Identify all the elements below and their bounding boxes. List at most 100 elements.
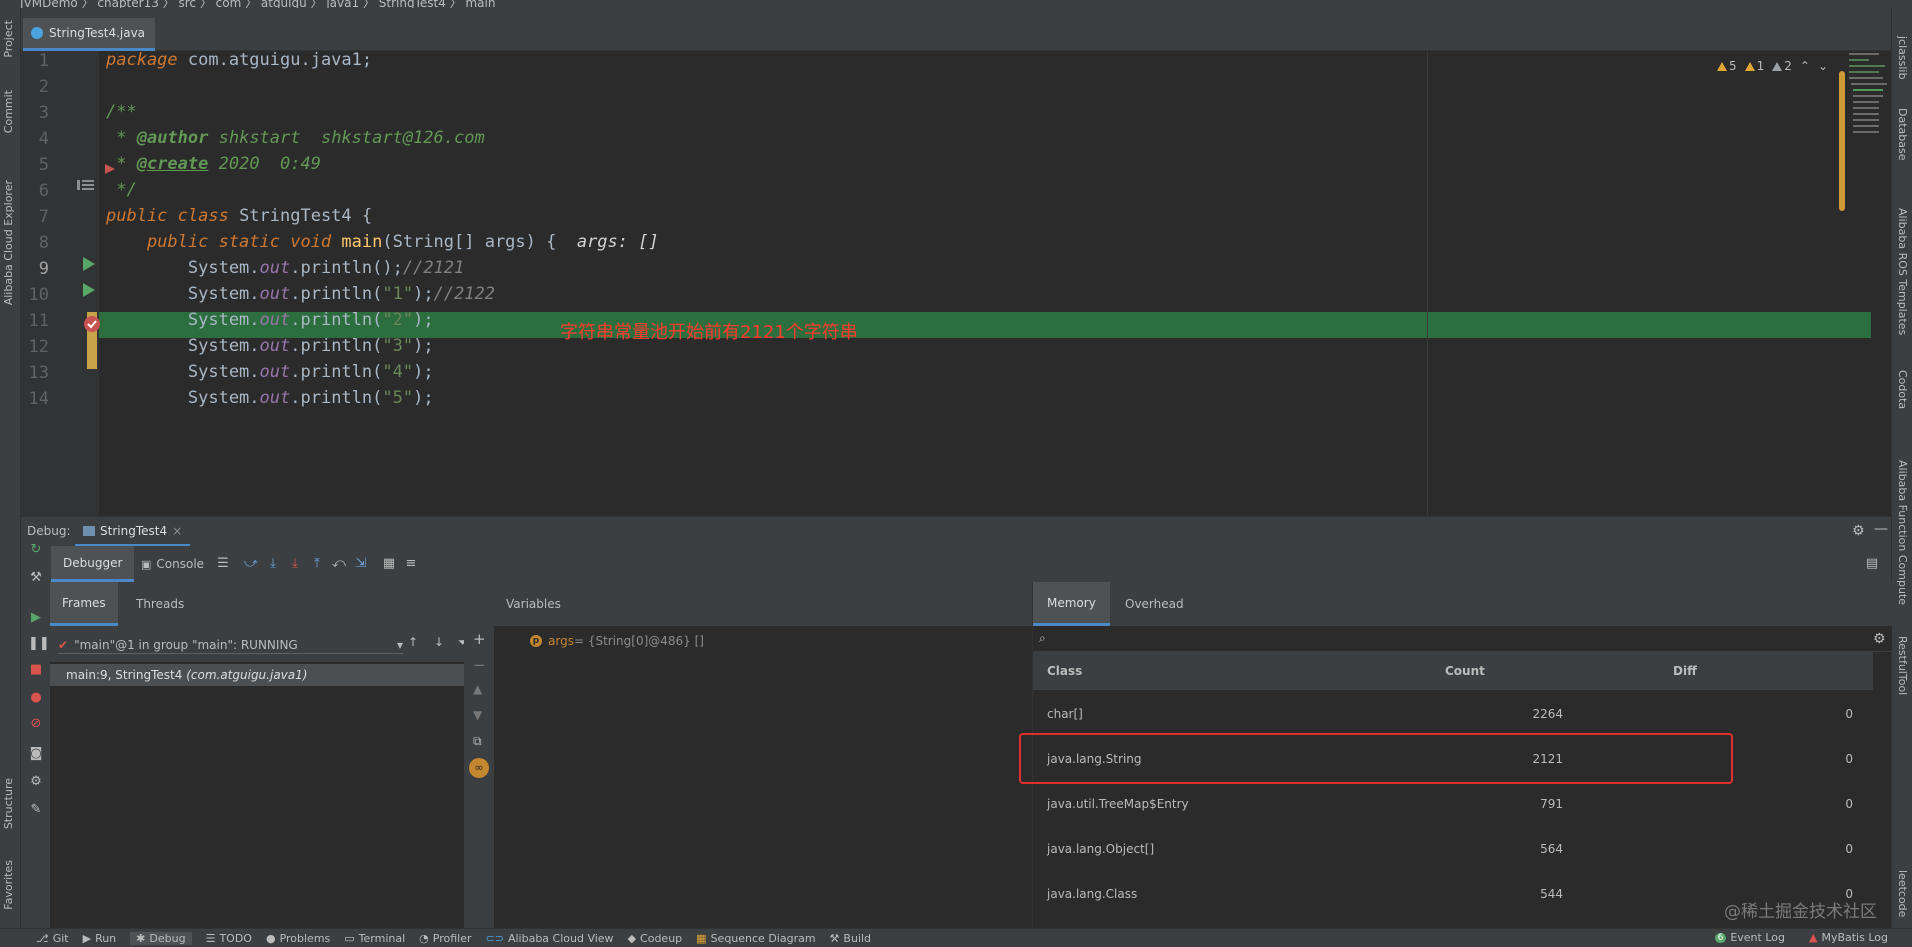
mute-breakpoints-icon[interactable]: ⊘ <box>28 716 44 732</box>
code-editor[interactable]: 1 2 3 4 5 6 7 8 9 10 11 12 13 14 package… <box>21 51 1891 516</box>
close-icon[interactable]: × <box>172 524 182 538</box>
move-up-icon[interactable]: ▲ <box>473 682 482 696</box>
jclasslib-tool-tab[interactable]: jclasslib <box>1896 36 1909 79</box>
minimize-icon[interactable]: — <box>1874 521 1888 537</box>
stack-frame-item[interactable]: main:9, StringTest4 (com.atguigu.java1) <box>50 664 483 686</box>
chevron-up-icon[interactable]: ⌃ <box>1800 59 1810 73</box>
event-log-label: Event Log <box>1730 931 1785 944</box>
variables-header: Variables <box>494 582 1032 626</box>
tab-frames[interactable]: Frames <box>50 582 118 626</box>
table-row[interactable]: java.lang.Object[] 564 0 <box>1033 830 1873 868</box>
run-to-cursor-icon[interactable]: ⇲ <box>353 556 369 572</box>
resume-icon[interactable]: ▶ <box>28 610 44 626</box>
run-main-icon[interactable] <box>82 283 96 297</box>
column-class[interactable]: Class <box>1047 664 1082 678</box>
column-diff[interactable]: Diff <box>1673 664 1697 678</box>
editor-scrollbar[interactable] <box>1839 71 1845 211</box>
chevron-down-icon[interactable]: ⌄ <box>1818 59 1828 73</box>
codeup-tool-button[interactable]: ◆ Codeup <box>628 932 683 945</box>
tab-stringtest4-java[interactable]: StringTest4.java <box>23 18 156 51</box>
tab-debugger[interactable]: Debugger <box>51 546 135 582</box>
add-watch-icon[interactable]: + <box>473 630 486 648</box>
alibaba-cloud-view-button[interactable]: ⊂⊃ Alibaba Cloud View <box>486 932 614 945</box>
step-over-icon[interactable]: ⤓ <box>265 556 281 572</box>
inspection-widget[interactable]: 5 1 2 ⌃ ⌄ <box>1717 59 1828 73</box>
view-breakpoints-icon[interactable]: ● <box>28 690 44 706</box>
string-literal: "5" <box>382 388 414 408</box>
restore-layout-icon[interactable]: ▤ <box>1864 556 1880 572</box>
trace-icon[interactable]: ≡ <box>403 556 419 572</box>
line-number: 10 <box>28 285 49 305</box>
function-compute-tool-tab[interactable]: Alibaba Function Compute <box>1896 460 1909 605</box>
todo-tool-button[interactable]: ☰ TODO <box>206 932 252 945</box>
line-number: 11 <box>28 311 49 331</box>
step-out-icon[interactable]: ⤒ <box>309 556 325 572</box>
table-row[interactable]: char[] 2264 0 <box>1033 695 1873 733</box>
debug-session-tab[interactable]: StringTest4 × <box>75 517 191 547</box>
pause-icon[interactable]: ❚❚ <box>28 636 50 652</box>
problems-tool-button[interactable]: ● Problems <box>266 932 330 945</box>
memory-settings-icon[interactable]: ⚙ <box>1873 631 1886 647</box>
layout-icon[interactable]: ☰ <box>215 556 231 572</box>
column-count[interactable]: Count <box>1445 664 1485 678</box>
run-tool-button[interactable]: ▶ Run <box>83 932 117 945</box>
step-into-icon[interactable]: ⤓ <box>287 556 303 572</box>
restful-tool-tab[interactable]: RestfulTool <box>1896 636 1909 695</box>
show-execution-point-icon[interactable]: ⤻ <box>243 556 259 572</box>
code-text: .println( <box>290 310 383 330</box>
tab-console[interactable]: ▣ Console <box>141 546 204 582</box>
codota-tool-tab[interactable]: Codota <box>1896 370 1909 409</box>
variable-row-args[interactable]: p args = {String[0]@486} [] <box>530 634 704 648</box>
alibaba-explorer-tool-tab[interactable]: Alibaba Cloud Explorer <box>2 180 15 305</box>
tab-overhead[interactable]: Overhead <box>1115 582 1194 626</box>
typo-icon <box>1772 62 1783 71</box>
mybatis-log-button[interactable]: ▲ MyBatis Log <box>1809 931 1888 944</box>
arrow-up-icon[interactable]: ↑ <box>408 635 418 649</box>
codeup-icon: ◆ <box>627 931 637 945</box>
commit-tool-tab[interactable]: Commit <box>2 90 15 133</box>
terminal-tool-button[interactable]: ▭ Terminal <box>344 932 405 945</box>
evaluate-expression-icon[interactable]: ▦ <box>381 556 397 572</box>
code-text: System. <box>106 310 260 330</box>
code-text: com.atguigu.java1; <box>177 51 373 70</box>
todo-list-icon <box>77 180 94 190</box>
leetcode-tool-tab[interactable]: leetcode <box>1896 870 1909 917</box>
settings-icon[interactable]: ⚙ <box>28 774 44 790</box>
duplicate-icon[interactable]: ⧉ <box>473 734 482 749</box>
rerun-icon[interactable]: ↻ <box>28 542 44 558</box>
stop-icon[interactable]: ■ <box>28 662 44 678</box>
line-comment: //2121 <box>402 258 465 278</box>
warnings-count[interactable]: 5 <box>1717 59 1737 73</box>
git-tool-button[interactable]: ⎇ Git <box>36 932 69 945</box>
run-class-icon[interactable] <box>82 257 96 271</box>
project-tool-tab[interactable]: Project <box>2 20 15 58</box>
camera-icon[interactable]: ◙ <box>28 746 44 762</box>
pin-icon[interactable]: ✎ <box>28 802 44 818</box>
typos-count[interactable]: 2 <box>1772 59 1792 73</box>
event-log-button[interactable]: 6 Event Log <box>1714 931 1785 944</box>
code-minimap[interactable] <box>1847 51 1891 161</box>
arrow-down-icon[interactable]: ↓ <box>434 635 444 649</box>
tab-memory[interactable]: Memory <box>1033 582 1110 626</box>
remove-watch-icon[interactable]: − <box>473 656 486 674</box>
debug-tool-button[interactable]: ✱ Debug <box>130 931 192 945</box>
weak-warnings-count[interactable]: 1 <box>1744 59 1764 73</box>
wrench-icon[interactable]: ⚒ <box>28 570 44 586</box>
drop-frame-icon[interactable]: ⤺ <box>331 556 347 572</box>
ros-templates-tool-tab[interactable]: Alibaba ROS Templates <box>1896 208 1909 335</box>
move-down-icon[interactable]: ▼ <box>473 708 482 722</box>
thread-dropdown[interactable]: ✔ "main"@1 in group "main": RUNNING ▾ <box>58 636 403 654</box>
structure-tool-tab[interactable]: Structure <box>2 778 15 829</box>
sequence-diagram-button[interactable]: ▦ Sequence Diagram <box>696 932 815 945</box>
glasses-icon[interactable]: ∞ <box>469 758 489 778</box>
profiler-tool-button[interactable]: ◔ Profiler <box>419 932 471 945</box>
breadcrumb[interactable]: JVMDemo 〉 chapter13 〉 src 〉 com 〉 atguig… <box>20 0 495 8</box>
database-tool-tab[interactable]: Database <box>1896 108 1909 161</box>
tab-threads[interactable]: Threads <box>124 582 196 626</box>
breakpoint-icon[interactable] <box>83 315 101 333</box>
settings-gear-icon[interactable]: ⚙ <box>1852 523 1865 539</box>
table-row[interactable]: java.util.TreeMap$Entry 791 0 <box>1033 785 1873 823</box>
favorites-tool-tab[interactable]: Favorites <box>2 860 15 910</box>
memory-search-field[interactable]: ⌕ <box>1033 626 1892 652</box>
build-tool-button[interactable]: ⚒ Build <box>830 932 872 945</box>
